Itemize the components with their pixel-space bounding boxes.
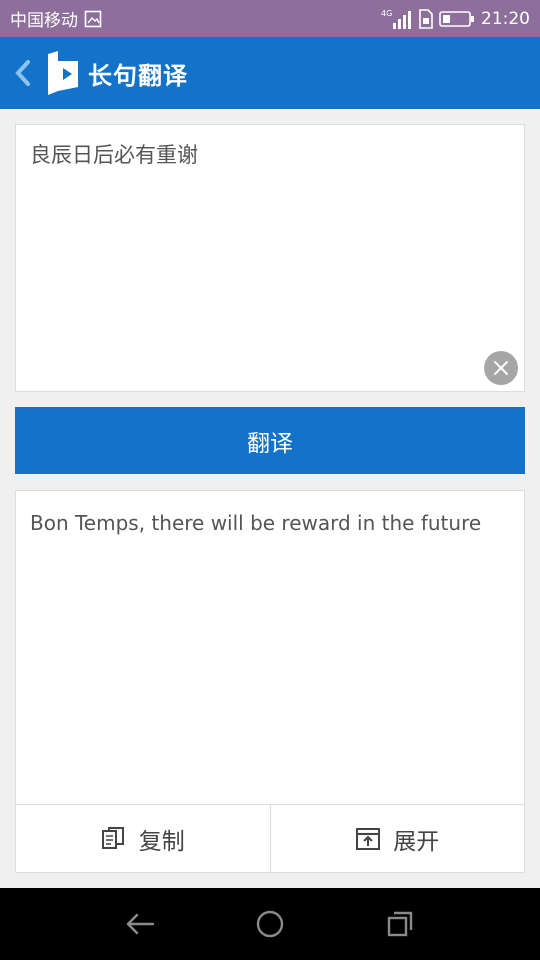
expand-button[interactable]: 展开 <box>269 805 525 872</box>
chevron-left-icon <box>15 60 30 86</box>
signal-icon: 4G <box>381 8 411 30</box>
translation-result-card: Bon Temps, there will be reward in the f… <box>15 490 525 873</box>
status-bar: 中国移动 4G 21:20 <box>0 0 540 37</box>
status-left: 中国移动 <box>10 6 102 31</box>
source-text-card: 良辰日后必有重谢 <box>15 124 525 392</box>
clear-button[interactable] <box>484 351 518 385</box>
battery-icon <box>439 10 475 28</box>
recents-icon <box>387 911 413 937</box>
nav-home-button[interactable] <box>250 904 290 944</box>
clock: 21:20 <box>481 8 530 29</box>
translate-button[interactable]: 翻译 <box>15 407 525 474</box>
bing-logo-icon <box>48 51 78 95</box>
expand-icon <box>356 827 381 850</box>
app-bar: 长句翻译 <box>0 37 540 109</box>
image-icon <box>84 10 102 28</box>
status-right: 4G 21:20 <box>381 8 530 30</box>
translation-result-text: Bon Temps, there will be reward in the f… <box>30 511 482 535</box>
sim-icon <box>417 8 433 29</box>
app-title: 长句翻译 <box>88 61 188 90</box>
nav-back-button[interactable] <box>120 904 160 944</box>
home-circle-icon <box>256 910 284 938</box>
copy-label: 复制 <box>138 828 185 855</box>
copy-button[interactable]: 复制 <box>16 805 270 872</box>
copy-icon <box>101 826 124 849</box>
carrier-name: 中国移动 <box>10 11 78 31</box>
source-text-input[interactable]: 良辰日后必有重谢 <box>30 141 480 341</box>
close-icon <box>494 361 508 375</box>
network-type: 4G <box>381 9 392 18</box>
back-button[interactable] <box>14 53 42 93</box>
result-actions: 复制 展开 <box>16 804 524 872</box>
arrow-left-icon <box>126 913 155 935</box>
expand-label: 展开 <box>393 828 440 855</box>
system-nav-bar <box>0 888 540 960</box>
nav-recents-button[interactable] <box>380 904 420 944</box>
